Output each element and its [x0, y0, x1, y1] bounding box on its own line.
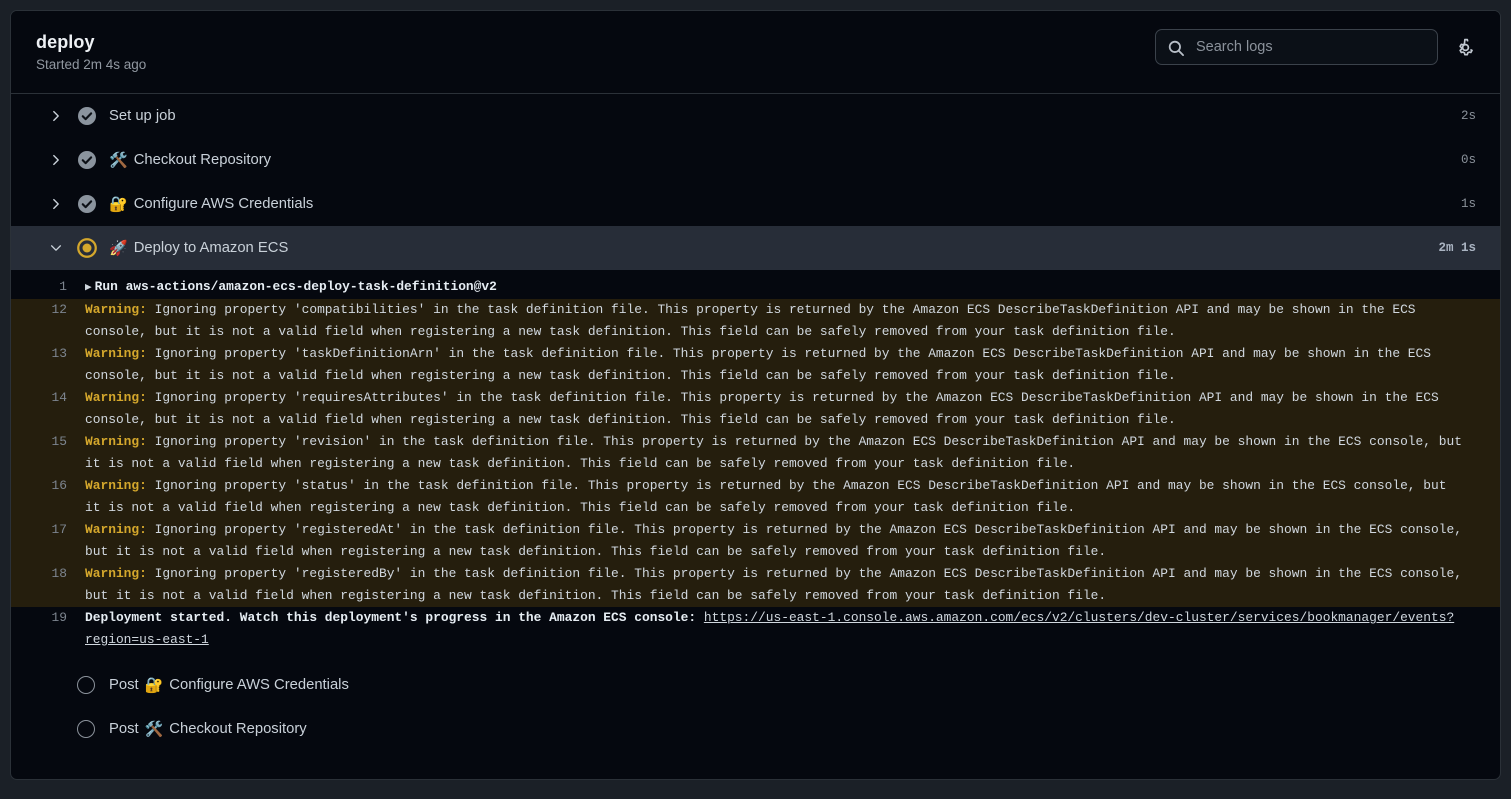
search-input[interactable] — [1156, 30, 1437, 64]
in-progress-spinner-icon — [77, 238, 97, 258]
line-number: 15 — [11, 431, 85, 475]
step-label: 🚀 Deploy to Amazon ECS — [109, 240, 288, 256]
line-text: Warning: Ignoring property 'compatibilit… — [85, 299, 1500, 343]
step-title: Configure AWS Credentials — [169, 677, 349, 693]
line-text: Warning: Ignoring property 'registeredBy… — [85, 563, 1500, 607]
post-prefix: Post — [109, 721, 139, 737]
warning-label: Warning: — [85, 346, 147, 361]
step-title: Deploy to Amazon ECS — [134, 240, 289, 256]
log-header: deploy Started 2m 4s ago — [11, 11, 1500, 94]
warning-text: Ignoring property 'registeredBy' in the … — [85, 566, 1462, 603]
log-line-warning[interactable]: 15 Warning: Ignoring property 'revision'… — [11, 431, 1500, 475]
chevron-down-icon[interactable] — [49, 241, 63, 255]
step-row-set-up-job[interactable]: Set up job 2s — [11, 94, 1500, 138]
line-number: 17 — [11, 519, 85, 563]
rocket-icon: 🚀 — [109, 241, 128, 256]
log-output: 1 ▶Run aws-actions/amazon-ecs-deploy-tas… — [11, 270, 1500, 655]
step-label: Set up job — [109, 108, 176, 124]
hammer-and-wrench-icon: 🛠️ — [109, 153, 128, 168]
step-row-post-configure-aws-credentials[interactable]: Post 🔐 Configure AWS Credentials — [11, 663, 1500, 707]
warning-label: Warning: — [85, 390, 147, 405]
step-label: 🛠️ Checkout Repository — [109, 152, 271, 168]
header-actions — [1155, 29, 1478, 65]
step-label: 🔐 Configure AWS Credentials — [109, 196, 313, 212]
warning-text: Ignoring property 'requiresAttributes' i… — [85, 390, 1439, 427]
warning-label: Warning: — [85, 478, 147, 493]
warning-text: Ignoring property 'revision' in the task… — [85, 434, 1462, 471]
chevron-right-icon[interactable] — [49, 109, 63, 123]
step-duration: 2m 1s — [1438, 241, 1476, 255]
log-line-warning[interactable]: 16 Warning: Ignoring property 'status' i… — [11, 475, 1500, 519]
gear-icon[interactable] — [1452, 34, 1478, 60]
hammer-and-wrench-icon: 🛠️ — [145, 722, 164, 737]
command-text: Run aws-actions/amazon-ecs-deploy-task-d… — [95, 279, 497, 294]
step-title: Checkout Repository — [169, 721, 306, 737]
log-line-warning[interactable]: 13 Warning: Ignoring property 'taskDefin… — [11, 343, 1500, 387]
step-row-configure-aws-credentials[interactable]: 🔐 Configure AWS Credentials 1s — [11, 182, 1500, 226]
line-number: 12 — [11, 299, 85, 343]
step-row-checkout-repository[interactable]: 🛠️ Checkout Repository 0s — [11, 138, 1500, 182]
line-text: Warning: Ignoring property 'requiresAttr… — [85, 387, 1500, 431]
log-line-warning[interactable]: 12 Warning: Ignoring property 'compatibi… — [11, 299, 1500, 343]
step-title: Set up job — [109, 108, 176, 124]
line-text: Deployment started. Watch this deploymen… — [85, 607, 1500, 651]
line-number: 16 — [11, 475, 85, 519]
log-line-warning[interactable]: 18 Warning: Ignoring property 'registere… — [11, 563, 1500, 607]
check-circle-icon — [77, 194, 97, 214]
warning-label: Warning: — [85, 522, 147, 537]
step-label: Post 🛠️ Checkout Repository — [109, 721, 307, 737]
log-line-deployment[interactable]: 19 Deployment started. Watch this deploy… — [11, 607, 1500, 651]
line-number: 13 — [11, 343, 85, 387]
expand-triangle-icon[interactable]: ▶ — [85, 277, 92, 299]
log-line-warning[interactable]: 17 Warning: Ignoring property 'registere… — [11, 519, 1500, 563]
log-line[interactable]: 1 ▶Run aws-actions/amazon-ecs-deploy-tas… — [11, 276, 1500, 299]
step-duration: 2s — [1461, 109, 1476, 123]
check-circle-icon — [77, 150, 97, 170]
header-title-block: deploy Started 2m 4s ago — [36, 31, 146, 75]
step-title: Checkout Repository — [134, 152, 271, 168]
warning-label: Warning: — [85, 566, 147, 581]
pending-circle-icon — [77, 676, 95, 694]
step-title: Configure AWS Credentials — [134, 196, 314, 212]
line-text: Warning: Ignoring property 'taskDefiniti… — [85, 343, 1500, 387]
line-number: 19 — [11, 607, 85, 651]
check-circle-icon — [77, 106, 97, 126]
warning-label: Warning: — [85, 302, 147, 317]
warning-text: Ignoring property 'registeredAt' in the … — [85, 522, 1462, 559]
chevron-right-icon[interactable] — [49, 153, 63, 167]
page-title: deploy — [36, 31, 146, 53]
line-number: 1 — [11, 276, 85, 299]
step-row-post-checkout-repository[interactable]: Post 🛠️ Checkout Repository — [11, 707, 1500, 751]
step-row-deploy-to-amazon-ecs[interactable]: 🚀 Deploy to Amazon ECS 2m 1s — [11, 226, 1500, 270]
warning-text: Ignoring property 'compatibilities' in t… — [85, 302, 1416, 339]
chevron-right-icon[interactable] — [49, 197, 63, 211]
search-logs-box[interactable] — [1155, 29, 1438, 65]
line-text: Warning: Ignoring property 'status' in t… — [85, 475, 1500, 519]
pending-circle-icon — [77, 720, 95, 738]
step-label: Post 🔐 Configure AWS Credentials — [109, 677, 349, 693]
workflow-log-panel: deploy Started 2m 4s ago — [10, 10, 1501, 780]
search-icon — [1167, 39, 1185, 57]
log-line-warning[interactable]: 14 Warning: Ignoring property 'requiresA… — [11, 387, 1500, 431]
warning-label: Warning: — [85, 434, 147, 449]
warning-text: Ignoring property 'taskDefinitionArn' in… — [85, 346, 1431, 383]
closed-lock-with-key-icon: 🔐 — [145, 678, 164, 693]
job-started-text: Started 2m 4s ago — [36, 55, 146, 75]
steps-list: Set up job 2s 🛠️ Checkout Repository 0s — [11, 94, 1500, 270]
line-text: Warning: Ignoring property 'registeredAt… — [85, 519, 1500, 563]
line-text: Warning: Ignoring property 'revision' in… — [85, 431, 1500, 475]
line-text: ▶Run aws-actions/amazon-ecs-deploy-task-… — [85, 276, 1500, 299]
post-prefix: Post — [109, 677, 139, 693]
warning-text: Ignoring property 'status' in the task d… — [85, 478, 1446, 515]
line-number: 14 — [11, 387, 85, 431]
line-number: 18 — [11, 563, 85, 607]
step-duration: 0s — [1461, 153, 1476, 167]
closed-lock-with-key-icon: 🔐 — [109, 197, 128, 212]
deployment-message: Deployment started. Watch this deploymen… — [85, 610, 704, 625]
step-duration: 1s — [1461, 197, 1476, 211]
